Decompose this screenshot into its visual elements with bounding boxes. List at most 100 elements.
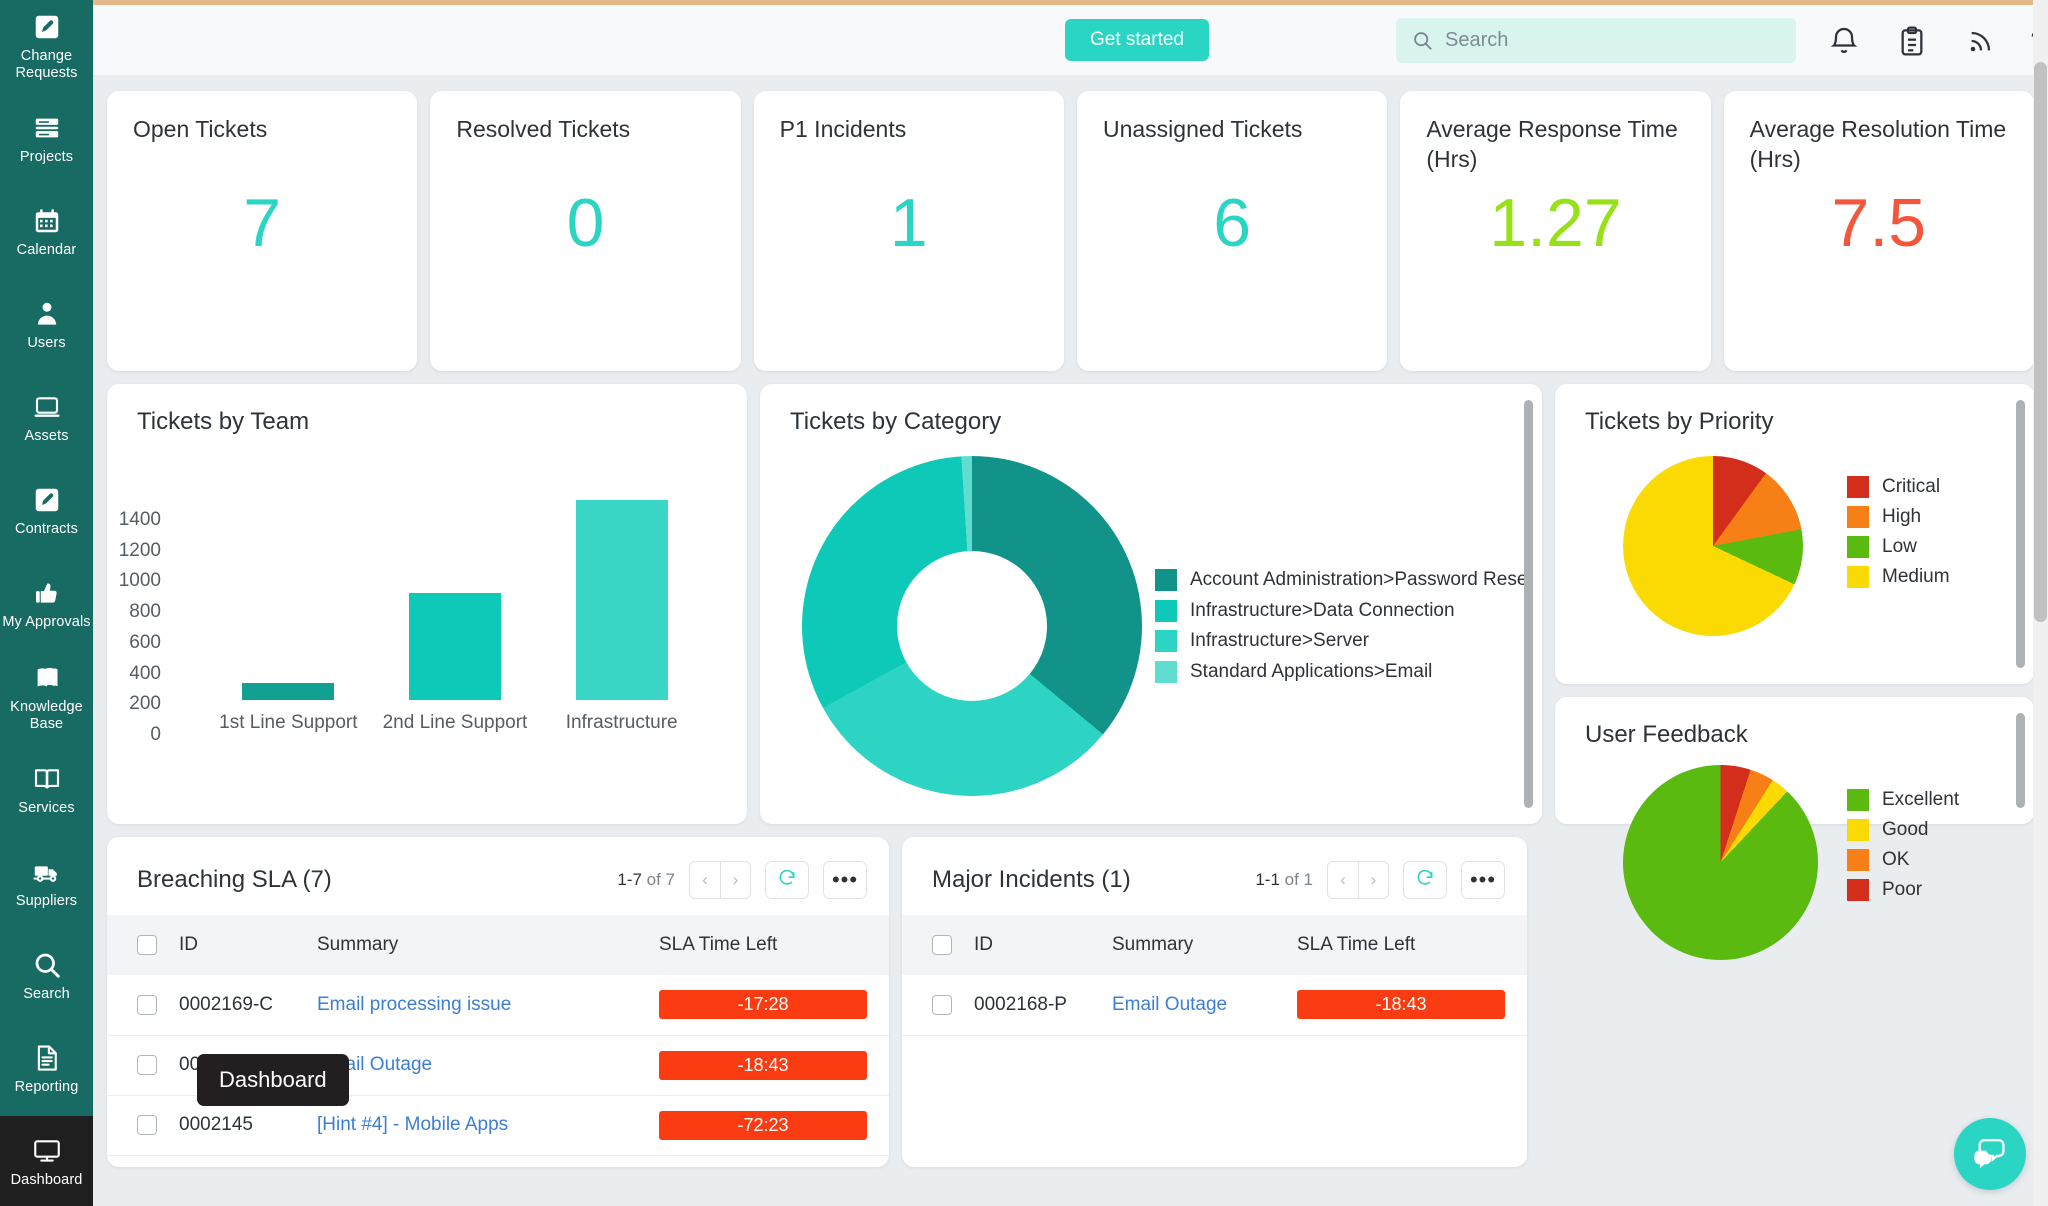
cell-summary: Email Outage — [1112, 975, 1297, 1035]
donut-hole — [897, 551, 1047, 701]
cell-id: 0002168-P — [974, 993, 1067, 1015]
bar — [409, 592, 501, 700]
row-checkbox[interactable] — [137, 994, 157, 1015]
sidebar-item-projects[interactable]: Projects — [0, 93, 93, 186]
sidebar-item-reporting[interactable]: Reporting — [0, 1023, 93, 1116]
priority-legend: Critical High Low Medium — [1847, 476, 1950, 588]
refresh-button[interactable] — [1403, 861, 1447, 899]
column-id: ID — [179, 934, 198, 955]
sidebar-item-contracts[interactable]: Contracts — [0, 465, 93, 558]
bar — [575, 500, 668, 700]
next-page-button[interactable]: › — [720, 862, 750, 898]
search-icon — [32, 950, 62, 980]
legend-swatch — [1155, 599, 1177, 622]
sidebar-item-label: Contracts — [15, 521, 78, 538]
sidebar-item-calendar[interactable]: Calendar — [0, 186, 93, 279]
select-all-cell — [107, 915, 179, 975]
sidebar-item-search[interactable]: Search — [0, 930, 93, 1023]
search-box[interactable] — [1396, 18, 1796, 63]
books-icon — [32, 663, 62, 693]
next-page-button[interactable]: › — [1358, 862, 1388, 898]
tickets-by-category-card: Tickets by Category Account Administrati… — [760, 384, 1542, 824]
y-axis-tick: 200 — [129, 693, 161, 715]
bar — [242, 683, 335, 700]
major-incidents-card: Major Incidents (1) 1-1 of 1 ‹ › ••• ID … — [902, 837, 1527, 1167]
row-checkbox[interactable] — [137, 1055, 157, 1075]
cell-id: 0002140 — [179, 1155, 317, 1167]
column-summary: Summary — [317, 934, 399, 955]
prev-page-button[interactable]: ‹ — [690, 862, 720, 898]
legend-swatch — [1847, 789, 1869, 811]
sidebar-item-my-approvals[interactable]: My Approvals — [0, 558, 93, 651]
sidebar-item-users[interactable]: Users — [0, 279, 93, 372]
priority-pie — [1623, 456, 1803, 636]
table-header-row: ID Summary SLA Time Left — [902, 915, 1527, 975]
row-checkbox[interactable] — [932, 994, 952, 1015]
search-input[interactable] — [1445, 29, 1775, 52]
y-axis-tick: 0 — [150, 724, 161, 745]
table-row[interactable]: 0002169-C Email processing issue -17:28 — [107, 975, 889, 1035]
pencil-square-icon — [32, 12, 62, 42]
refresh-icon — [777, 868, 797, 893]
bell-icon[interactable] — [1828, 25, 1860, 57]
sidebar-item-services[interactable]: Services — [0, 744, 93, 837]
legend-item: Low — [1847, 536, 1950, 558]
legend-swatch — [1847, 879, 1869, 901]
table-row[interactable]: 0002168-P Email Outage -18:43 — [902, 975, 1527, 1035]
legend-item: High — [1847, 506, 1950, 528]
sidebar-item-assets[interactable]: Assets — [0, 372, 93, 465]
summary-link[interactable]: Email processing issue — [317, 994, 511, 1015]
feedback-panel-scrollbar[interactable] — [2016, 713, 2025, 808]
prev-page-button[interactable]: ‹ — [1328, 862, 1358, 898]
feedback-legend: Excellent Good OK Poor — [1847, 789, 1959, 901]
cell-summary: [Hint #4] - Mobile Apps — [317, 1095, 659, 1155]
sidebar-item-change-requests[interactable]: Change Requests — [0, 0, 93, 93]
refresh-button[interactable] — [765, 861, 809, 899]
chat-support-button[interactable] — [1954, 1118, 2026, 1190]
tickets-by-category-title: Tickets by Category — [790, 408, 1002, 435]
sidebar-item-label: Search — [23, 986, 70, 1003]
summary-link[interactable]: Email Outage — [1112, 994, 1227, 1015]
major-incidents-body: 0002168-P Email Outage -18:43 — [902, 975, 1527, 1035]
priority-panel-scrollbar[interactable] — [2016, 400, 2025, 668]
cell-summary: Email Outage — [317, 1035, 659, 1095]
breaching-sla-title: Breaching SLA (7) — [137, 866, 332, 893]
sidebar-item-label: Knowledge Base — [10, 698, 83, 732]
row-checkbox[interactable] — [137, 1115, 157, 1135]
legend-item: Critical — [1847, 476, 1950, 498]
breaching-sla-pagination: 1-7 of 7 — [617, 870, 675, 890]
cell-sla: -72:21 — [659, 1155, 889, 1167]
page-scrollbar[interactable] — [2033, 0, 2048, 1206]
calendar-icon — [32, 206, 62, 236]
sla-badge: -18:43 — [659, 1050, 867, 1080]
pagination-total: of 7 — [641, 870, 675, 889]
dashboard-tooltip: Dashboard — [197, 1054, 349, 1106]
ellipsis-icon: ••• — [1469, 867, 1497, 892]
kpi-title: Average Response Time (Hrs) — [1426, 116, 1678, 172]
major-incidents-header: Major Incidents (1) 1-1 of 1 ‹ › ••• — [902, 837, 1527, 915]
more-options-button[interactable]: ••• — [1461, 861, 1505, 899]
rss-icon[interactable] — [1965, 25, 1997, 57]
sidebar-item-knowledge-base[interactable]: Knowledge Base — [0, 651, 93, 744]
select-all-checkbox[interactable] — [137, 935, 157, 955]
sidebar-item-suppliers[interactable]: Suppliers — [0, 837, 93, 930]
kpi-card: Unassigned Tickets 6 — [1076, 91, 1388, 371]
sidebar-item-dashboard[interactable]: Dashboard — [0, 1116, 93, 1206]
sidebar-item-label: Projects — [19, 149, 74, 166]
feedback-pie — [1623, 765, 1818, 960]
kpi-value: 0 — [566, 185, 605, 261]
more-options-button[interactable]: ••• — [823, 861, 867, 899]
clipboard-icon[interactable] — [1896, 25, 1928, 57]
page-scrollbar-thumb[interactable] — [2034, 62, 2047, 622]
row-select-cell — [107, 1155, 179, 1167]
legend-label: Poor — [1882, 879, 1923, 900]
column-sla: SLA Time Left — [1297, 934, 1416, 955]
select-all-checkbox[interactable] — [932, 935, 952, 955]
user-icon — [32, 299, 62, 329]
summary-link[interactable]: [Hint #4] - Mobile Apps — [317, 1114, 508, 1135]
category-panel-scrollbar[interactable] — [1524, 400, 1533, 808]
get-started-button[interactable]: Get started — [1065, 19, 1209, 61]
search-icon — [1412, 30, 1433, 51]
kpi-value: 7 — [243, 185, 282, 261]
table-row[interactable]: 0002140 [Hint #3] - Self-service portal … — [107, 1155, 889, 1167]
